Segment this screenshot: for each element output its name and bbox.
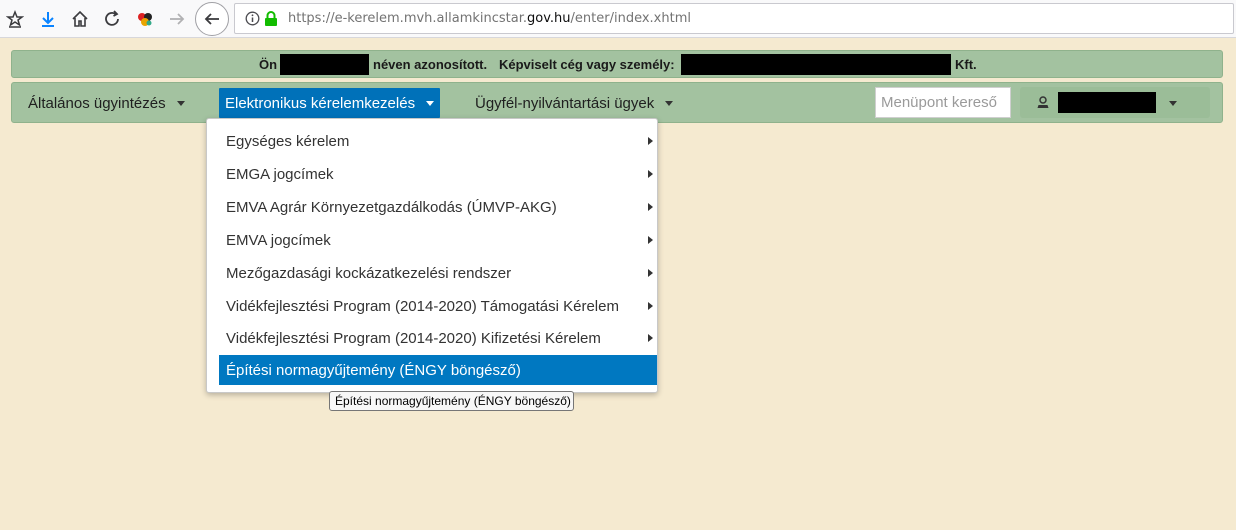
dropdown-item-label: Egységes kérelem [226, 132, 350, 150]
chevron-down-icon [426, 100, 435, 106]
back-button[interactable] [195, 2, 229, 36]
company-suffix: Kft. [955, 57, 977, 72]
main-menubar: Általános ügyintézés Elektronikus kérele… [11, 82, 1223, 123]
dropdown-item-unified-application[interactable]: Egységes kérelem [219, 126, 657, 156]
extension-icon[interactable] [133, 7, 157, 31]
menu-electronic-applications[interactable]: Elektronikus kérelemkezelés [219, 88, 441, 118]
chevron-right-icon [648, 137, 653, 145]
chevron-down-icon [1169, 101, 1177, 106]
redacted-company-name [681, 54, 951, 75]
star-list-icon[interactable] [3, 7, 27, 31]
user-menu-button[interactable] [1020, 87, 1210, 118]
chevron-right-icon [648, 203, 653, 211]
dropdown-item-label: Építési normagyűjtemény (ÉNGY böngésző) [226, 361, 521, 379]
identification-bar: Ön néven azonosított. Képviselt cég vagy… [11, 50, 1223, 78]
url-bar[interactable]: https://e-kerelem.mvh.allamkincstar.gov.… [234, 3, 1234, 34]
back-icon [203, 10, 221, 28]
menu-search-input[interactable] [875, 87, 1011, 118]
dropdown-item-emva[interactable]: EMVA jogcímek [219, 225, 657, 255]
dropdown-item-label: EMGA jogcímek [226, 165, 334, 183]
represented-label: Képviselt cég vagy személy: [499, 57, 675, 72]
menu-label: Általános ügyintézés [28, 94, 166, 112]
url-text: https://e-kerelem.mvh.allamkincstar.gov.… [288, 11, 691, 26]
menu-label: Elektronikus kérelemkezelés [225, 94, 416, 112]
dropdown-item-building-norms[interactable]: Építési normagyűjtemény (ÉNGY böngésző) [219, 355, 657, 385]
dropdown-item-rural-dev-support[interactable]: Vidékfejlesztési Program (2014-2020) Tám… [219, 291, 657, 321]
dropdown-item-risk-management[interactable]: Mezőgazdasági kockázatkezelési rendszer [219, 258, 657, 288]
home-icon[interactable] [68, 7, 92, 31]
id-identified-text: néven azonosított. [373, 57, 488, 72]
info-icon[interactable] [245, 11, 260, 31]
dropdown-item-label: EMVA Agrár Környezetgazdálkodás (ÚMVP-AK… [226, 198, 557, 216]
dropdown-item-emva-akg[interactable]: EMVA Agrár Környezetgazdálkodás (ÚMVP-AK… [219, 192, 657, 222]
dropdown-item-label: Mezőgazdasági kockázatkezelési rendszer [226, 264, 512, 282]
chevron-right-icon [648, 302, 653, 310]
reload-icon[interactable] [100, 7, 124, 31]
chevron-down-icon [665, 100, 674, 106]
chevron-right-icon [648, 170, 653, 178]
dropdown-item-emga[interactable]: EMGA jogcímek [219, 159, 657, 189]
redacted-user-name [280, 54, 369, 75]
menu-label: Ügyfél-nyilvántartási ügyek [475, 94, 655, 112]
chevron-down-icon [176, 100, 185, 106]
url-prefix: https://e-kerelem.mvh.allamkincstar. [288, 11, 528, 26]
dropdown-item-label: EMVA jogcímek [226, 231, 331, 249]
forward-icon[interactable] [165, 7, 189, 31]
url-domain: gov.hu [527, 11, 571, 26]
dropdown-item-label: Vidékfejlesztési Program (2014-2020) Kif… [226, 329, 601, 347]
url-suffix: /enter/index.xhtml [570, 11, 691, 26]
menu-general-affairs[interactable]: Általános ügyintézés [22, 88, 191, 118]
user-icon [1036, 95, 1050, 114]
chevron-right-icon [648, 236, 653, 244]
dropdown-item-label: Vidékfejlesztési Program (2014-2020) Tám… [226, 297, 619, 315]
chevron-right-icon [648, 334, 653, 342]
chevron-right-icon [648, 269, 653, 277]
download-icon[interactable] [36, 7, 60, 31]
id-prefix: Ön [259, 57, 278, 72]
electronic-applications-dropdown: Egységes kérelem EMGA jogcímek EMVA Agrá… [206, 118, 658, 393]
tooltip: Építési normagyűjtemény (ÉNGY böngésző) [329, 391, 574, 411]
redacted-user-name [1058, 92, 1156, 113]
dropdown-item-rural-dev-payment[interactable]: Vidékfejlesztési Program (2014-2020) Kif… [219, 323, 657, 353]
lock-icon[interactable] [264, 11, 278, 32]
browser-toolbar: https://e-kerelem.mvh.allamkincstar.gov.… [0, 0, 1236, 38]
menu-client-registry[interactable]: Ügyfél-nyilvántartási ügyek [469, 88, 679, 118]
